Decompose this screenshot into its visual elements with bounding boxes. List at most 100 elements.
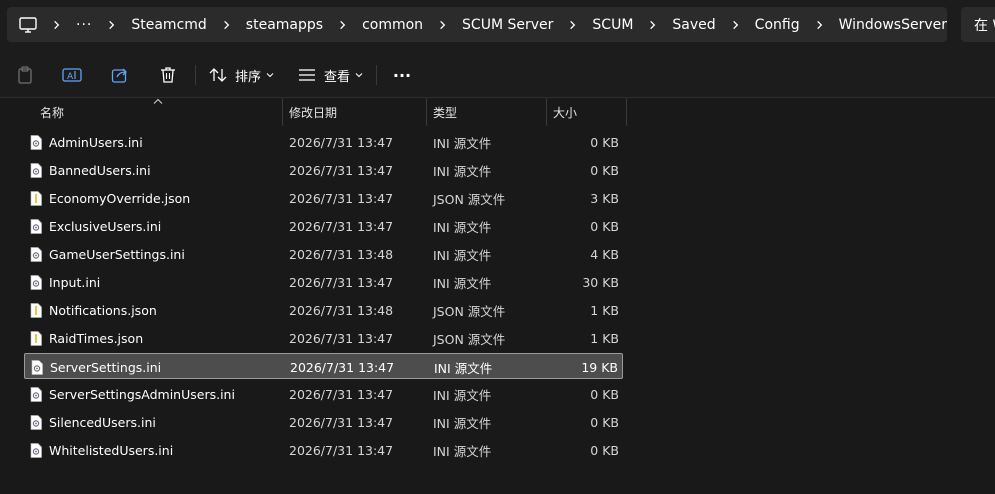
file-date: 2026/7/31 13:47 — [289, 442, 394, 458]
file-type: JSON 源文件 — [433, 191, 506, 207]
file-row[interactable]: ServerSettingsAdminUsers.ini 2026/7/31 13… — [24, 381, 623, 407]
breadcrumb-common[interactable]: common — [362, 17, 423, 33]
share-button[interactable] — [108, 62, 132, 88]
breadcrumb-steamapps[interactable]: steamapps — [246, 17, 323, 33]
column-header-type[interactable]: 类型 — [427, 98, 546, 126]
ini-file-icon — [30, 135, 42, 150]
file-row[interactable]: RaidTimes.json 2026/7/31 13:47 JSON 源文件 1 K… — [24, 325, 623, 351]
file-type: INI 源文件 — [434, 360, 493, 376]
paste-button[interactable] — [14, 62, 36, 88]
file-name: ServerSettingsAdminUsers.ini — [49, 386, 235, 402]
view-icon — [299, 69, 315, 81]
ini-file-icon — [30, 163, 42, 178]
file-name: BannedUsers.ini — [49, 162, 151, 178]
chevron-right-icon[interactable] — [567, 19, 578, 31]
file-name: Notifications.json — [49, 302, 157, 318]
file-row[interactable]: Input.ini 2026/7/31 13:47 INI 源文件 30 KB — [24, 269, 623, 295]
file-name: WhitelistedUsers.ini — [49, 442, 174, 458]
file-name: SilencedUsers.ini — [49, 414, 156, 430]
json-file-icon — [30, 303, 42, 318]
file-date: 2026/7/31 13:47 — [290, 359, 395, 375]
file-type: INI 源文件 — [433, 135, 492, 151]
chevron-right-icon[interactable] — [337, 19, 348, 31]
file-date: 2026/7/31 13:47 — [289, 190, 394, 206]
more-options-button[interactable]: ··· — [390, 62, 414, 88]
file-name: ServerSettings.ini — [50, 359, 162, 375]
file-type: INI 源文件 — [433, 443, 492, 459]
file-name: ExclusiveUsers.ini — [49, 218, 162, 234]
breadcrumb-saved[interactable]: Saved — [672, 17, 715, 33]
file-type: INI 源文件 — [433, 219, 492, 235]
file-name: Input.ini — [49, 274, 101, 290]
column-header-size[interactable]: 大小 — [547, 98, 626, 126]
file-row[interactable]: BannedUsers.ini 2026/7/31 13:47 INI 源文件 0 K… — [24, 157, 623, 183]
file-date: 2026/7/31 13:47 — [289, 218, 394, 234]
file-date: 2026/7/31 13:47 — [289, 274, 394, 290]
file-date: 2026/7/31 13:48 — [289, 302, 394, 318]
paste-icon — [18, 66, 32, 84]
view-button[interactable]: 查看 — [298, 62, 363, 88]
trash-icon — [161, 67, 175, 83]
breadcrumb-more[interactable]: ··· — [76, 17, 92, 33]
command-bar: A 排序 查看 ··· — [0, 50, 995, 98]
chevron-right-icon[interactable] — [730, 19, 741, 31]
file-size: 3 KB — [590, 190, 619, 206]
file-size: 0 KB — [590, 386, 619, 402]
breadcrumb-steamcmd[interactable]: Steamcmd — [131, 17, 206, 33]
delete-button[interactable] — [156, 62, 180, 88]
file-type: INI 源文件 — [433, 275, 492, 291]
computer-icon[interactable] — [7, 7, 37, 42]
sort-icon — [209, 68, 227, 82]
file-row[interactable]: Notifications.json 2026/7/31 13:48 JSON 源文… — [24, 297, 623, 323]
chevron-right-icon[interactable] — [106, 19, 117, 31]
file-date: 2026/7/31 13:47 — [289, 386, 394, 402]
breadcrumb-scum[interactable]: SCUM — [592, 17, 633, 33]
address-bar[interactable]: ··· Steamcmd steamapps common SCUM Serve… — [7, 7, 947, 42]
file-type: INI 源文件 — [433, 387, 492, 403]
file-row[interactable]: ExclusiveUsers.ini 2026/7/31 13:47 INI 源文件… — [24, 213, 623, 239]
toolbar-divider — [195, 65, 196, 85]
json-file-icon — [30, 191, 42, 206]
ini-file-icon — [30, 387, 42, 402]
chevron-right-icon[interactable] — [647, 19, 658, 31]
file-name: AdminUsers.ini — [49, 134, 143, 150]
ini-file-icon — [30, 219, 42, 234]
breadcrumb-windowsserver[interactable]: WindowsServer — [839, 17, 947, 33]
ini-file-icon — [31, 360, 43, 375]
search-input[interactable]: 在 W — [961, 7, 995, 42]
rename-button[interactable]: A — [60, 62, 84, 88]
file-row[interactable]: SilencedUsers.ini 2026/7/31 13:47 INI 源文件 0… — [24, 409, 623, 435]
chevron-down-icon — [266, 73, 274, 78]
file-name: RaidTimes.json — [49, 330, 144, 346]
file-size: 1 KB — [590, 302, 619, 318]
column-header-date[interactable]: 修改日期 — [283, 98, 426, 126]
chevron-right-icon[interactable] — [51, 19, 62, 31]
address-row: ··· Steamcmd steamapps common SCUM Serve… — [0, 0, 995, 50]
file-name: EconomyOverride.json — [49, 190, 191, 206]
file-row[interactable]: GameUserSettings.ini 2026/7/31 13:48 INI 源… — [24, 241, 623, 267]
file-date: 2026/7/31 13:47 — [289, 134, 394, 150]
file-size: 0 KB — [590, 442, 619, 458]
chevron-right-icon[interactable] — [221, 19, 232, 31]
rename-icon: A — [62, 68, 82, 82]
breadcrumb-scum-server[interactable]: SCUM Server — [462, 17, 553, 33]
chevron-right-icon[interactable] — [437, 19, 448, 31]
sort-button[interactable]: 排序 — [209, 62, 274, 88]
file-size: 19 KB — [581, 359, 618, 375]
file-size: 4 KB — [590, 246, 619, 262]
file-size: 30 KB — [582, 274, 619, 290]
file-type: INI 源文件 — [433, 163, 492, 179]
file-size: 0 KB — [590, 134, 619, 150]
view-label: 查看 — [324, 69, 351, 85]
file-row[interactable]: EconomyOverride.json 2026/7/31 13:47 JSON … — [24, 185, 623, 211]
file-row[interactable]: ServerSettings.ini 2026/7/31 13:47 INI 源文件… — [24, 353, 623, 379]
file-type: INI 源文件 — [433, 247, 492, 263]
column-divider[interactable] — [626, 98, 627, 126]
column-header-name[interactable]: 名称 — [34, 98, 282, 126]
file-row[interactable]: AdminUsers.ini 2026/7/31 13:47 INI 源文件 0 KB — [24, 129, 623, 155]
column-header-row: 名称 修改日期 类型 大小 — [0, 98, 995, 126]
breadcrumb-config[interactable]: Config — [755, 17, 800, 33]
ini-file-icon — [30, 415, 42, 430]
file-row[interactable]: WhitelistedUsers.ini 2026/7/31 13:47 INI 源… — [24, 437, 623, 463]
chevron-right-icon[interactable] — [814, 19, 825, 31]
